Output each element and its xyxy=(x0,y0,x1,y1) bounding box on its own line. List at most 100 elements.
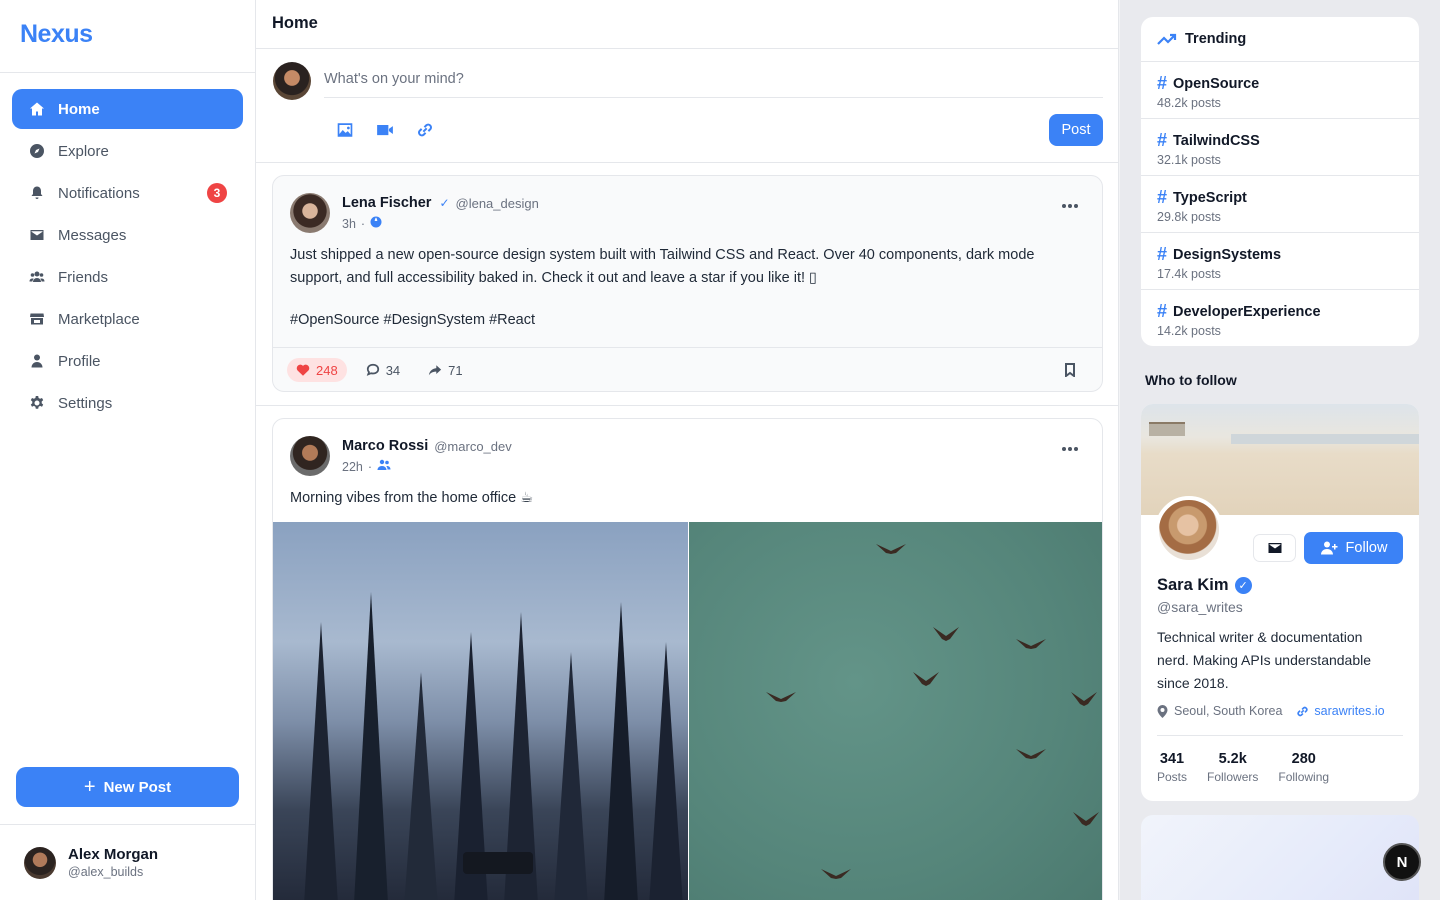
gear-icon xyxy=(28,394,46,412)
sidebar-item-settings[interactable]: Settings xyxy=(12,383,243,423)
stat-value: 5.2k xyxy=(1218,751,1247,767)
suggestion-card-partial xyxy=(1141,815,1419,900)
stat-value: 341 xyxy=(1159,751,1185,767)
avatar xyxy=(273,62,311,100)
home-icon xyxy=(28,100,46,118)
compass-icon xyxy=(28,142,46,160)
follow-button[interactable]: Follow xyxy=(1304,532,1403,564)
post-handle[interactable]: @lena_design xyxy=(456,196,539,211)
trend-item[interactable]: # DesignSystems 17.4k posts xyxy=(1141,233,1419,290)
stat-posts[interactable]: 341 Posts xyxy=(1157,751,1187,784)
comment-button[interactable]: 34 xyxy=(357,358,409,382)
avatar[interactable] xyxy=(290,193,330,233)
hashtag-icon: # xyxy=(1157,187,1168,207)
post-divider xyxy=(273,347,1102,348)
post-time: 3h xyxy=(342,216,356,231)
profile-name-text[interactable]: Sara Kim xyxy=(1157,576,1229,595)
sidebar-item-home[interactable]: Home xyxy=(12,89,243,129)
more-options-icon[interactable] xyxy=(1060,447,1078,451)
trending-up-icon xyxy=(1157,33,1177,45)
feed-divider xyxy=(256,405,1118,406)
post-meta: Lena Fischer ✓ @lena_design 3h · xyxy=(342,195,539,233)
sidebar-item-profile[interactable]: Profile xyxy=(12,341,243,381)
stat-followers[interactable]: 5.2k Followers xyxy=(1207,751,1258,784)
profile-bio: Technical writer & documentation nerd. M… xyxy=(1157,629,1372,691)
profile-divider xyxy=(1157,735,1403,736)
profile-name: Sara Kim ✓ xyxy=(1157,576,1252,595)
more-options-icon[interactable] xyxy=(1060,204,1078,208)
post-card: Lena Fischer ✓ @lena_design 3h · Just sh… xyxy=(272,175,1103,392)
notifications-badge: 3 xyxy=(207,183,227,203)
composer-tools xyxy=(334,121,454,139)
post-text: Just shipped a new open-source design sy… xyxy=(290,247,1035,286)
trend-count: 14.2k posts xyxy=(1157,324,1221,338)
envelope-icon xyxy=(28,226,46,244)
avatar[interactable] xyxy=(1155,496,1223,564)
post-handle[interactable]: @marco_dev xyxy=(434,439,512,454)
trend-item[interactable]: # TailwindCSS 32.1k posts xyxy=(1141,119,1419,176)
hashtag-icon: # xyxy=(1157,73,1168,93)
post-text: Morning vibes from the home office ☕ xyxy=(290,490,534,506)
follow-label: Follow xyxy=(1345,540,1388,556)
sidebar-item-label: Friends xyxy=(58,268,109,286)
composer-input[interactable]: What's on your mind? xyxy=(324,63,1103,98)
main-feed: Home What's on your mind? Post Lena Fisc… xyxy=(256,0,1119,900)
avatar[interactable] xyxy=(290,436,330,476)
share-button[interactable]: 71 xyxy=(419,358,471,382)
sidebar-divider xyxy=(0,824,255,825)
trend-item[interactable]: # OpenSource 48.2k posts xyxy=(1141,62,1419,119)
trend-item[interactable]: # DeveloperExperience 14.2k posts xyxy=(1141,290,1419,346)
video-icon[interactable] xyxy=(374,121,396,139)
sidebar-item-messages[interactable]: Messages xyxy=(12,215,243,255)
post-composer: What's on your mind? Post xyxy=(256,49,1118,163)
post-hashtags[interactable]: #OpenSource #DesignSystem #React xyxy=(290,312,535,328)
separator-dot: · xyxy=(360,216,366,231)
bell-icon xyxy=(28,184,46,202)
who-to-follow-title: Who to follow xyxy=(1145,372,1237,388)
sidebar-item-label: Profile xyxy=(58,352,101,370)
plus-icon: + xyxy=(83,776,96,798)
post-author[interactable]: Lena Fischer xyxy=(342,195,431,211)
sidebar-item-explore[interactable]: Explore xyxy=(12,131,243,171)
like-button[interactable]: 248 xyxy=(287,358,347,382)
sidebar-item-label: Settings xyxy=(58,394,113,412)
profile-stats: 341 Posts 5.2k Followers 280 Following xyxy=(1157,751,1349,784)
trend-tag: DeveloperExperience xyxy=(1173,303,1321,320)
store-icon xyxy=(28,310,46,328)
trend-item[interactable]: # TypeScript 29.8k posts xyxy=(1141,176,1419,233)
new-post-button[interactable]: + New Post xyxy=(16,767,239,807)
right-sidebar: Trending # OpenSource 48.2k posts # Tailwi… xyxy=(1120,0,1440,900)
link-icon[interactable] xyxy=(414,121,436,139)
trend-tag: TailwindCSS xyxy=(1173,132,1260,149)
profile-handle: @sara_writes xyxy=(1157,599,1243,615)
sidebar-item-label: Notifications xyxy=(58,184,140,202)
verified-icon: ✓ xyxy=(439,196,450,210)
friends-icon xyxy=(377,459,391,474)
sidebar-item-friends[interactable]: Friends xyxy=(12,257,243,297)
sidebar-item-marketplace[interactable]: Marketplace xyxy=(12,299,243,339)
current-user-name: Alex Morgan xyxy=(68,846,159,863)
floating-action-button[interactable]: N xyxy=(1383,843,1421,881)
post-actions: 248 34 71 xyxy=(287,358,482,382)
stat-value: 280 xyxy=(1291,751,1316,767)
stat-label: Posts xyxy=(1157,770,1188,784)
stat-following[interactable]: 280 Following xyxy=(1278,751,1329,784)
sidebar-item-label: Marketplace xyxy=(58,310,140,328)
trend-tag: OpenSource xyxy=(1173,75,1260,92)
trend-count: 29.8k posts xyxy=(1157,210,1221,224)
new-post-label: New Post xyxy=(103,778,172,796)
profile-website[interactable]: sarawrites.io xyxy=(1296,704,1385,718)
post-button[interactable]: Post xyxy=(1049,114,1103,146)
sidebar-item-notifications[interactable]: Notifications 3 xyxy=(12,173,243,213)
app-logo[interactable]: Nexus xyxy=(20,20,93,49)
message-button[interactable] xyxy=(1253,534,1296,562)
image-icon[interactable] xyxy=(334,121,356,139)
post-image-birds[interactable] xyxy=(689,522,1102,900)
trend-tag: DesignSystems xyxy=(1173,246,1282,263)
current-user[interactable]: Alex Morgan @alex_builds xyxy=(24,846,158,879)
post-image-forest[interactable] xyxy=(273,522,688,900)
bookmark-icon[interactable] xyxy=(1064,363,1076,382)
trending-title: Trending xyxy=(1185,31,1247,47)
avatar xyxy=(24,846,56,879)
post-author[interactable]: Marco Rossi xyxy=(342,438,428,454)
